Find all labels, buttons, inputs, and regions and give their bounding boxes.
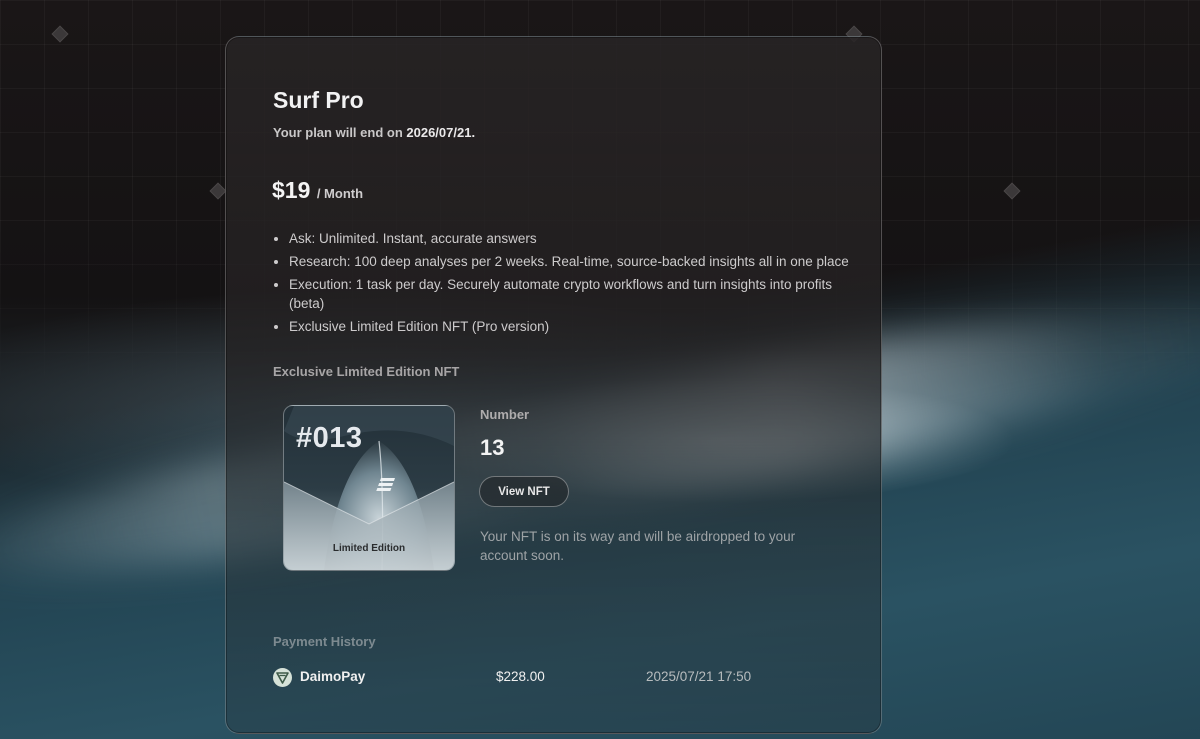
feature-item: Exclusive Limited Edition NFT (Pro versi…	[289, 317, 849, 336]
feature-list: Ask: Unlimited. Instant, accurate answer…	[273, 229, 849, 340]
price-period: / Month	[316, 186, 364, 201]
nft-card-image[interactable]: #013 Limited Edition	[283, 405, 455, 571]
plan-end-date: 2026/07/21.	[406, 125, 476, 140]
nft-number-label: Number	[480, 407, 530, 422]
subscription-card: Surf Pro Your plan will end on 2026/07/2…	[225, 36, 882, 734]
daimopay-icon	[273, 668, 292, 687]
feature-item: Research: 100 deep analyses per 2 weeks.…	[289, 252, 849, 271]
nft-airdrop-note: Your NFT is on its way and will be airdr…	[480, 529, 796, 563]
nft-number-value: 13	[480, 435, 505, 460]
plan-price: $19 / Month	[272, 177, 363, 204]
feature-item: Ask: Unlimited. Instant, accurate answer…	[289, 229, 849, 248]
view-nft-button[interactable]: View NFT	[479, 476, 569, 507]
feature-item: Execution: 1 task per day. Securely auto…	[289, 275, 849, 313]
payment-history-heading: Payment History	[273, 634, 376, 649]
payment-date: 2025/07/21 17:50	[646, 669, 752, 684]
nft-section-heading: Exclusive Limited Edition NFT	[273, 364, 460, 379]
plan-end-prefix: Your plan will end on	[273, 125, 407, 140]
payment-method: DaimoPay	[300, 669, 366, 684]
payment-history-row: DaimoPay $228.00 2025/07/21 17:50	[273, 667, 833, 689]
plan-title: Surf Pro	[273, 87, 364, 113]
nft-card-number: #013	[296, 422, 363, 454]
plan-end-text: Your plan will end on 2026/07/21.	[273, 125, 475, 140]
payment-amount: $228.00	[496, 669, 545, 684]
nft-card-edition: Limited Edition	[332, 543, 406, 554]
price-amount: $19	[272, 177, 311, 203]
